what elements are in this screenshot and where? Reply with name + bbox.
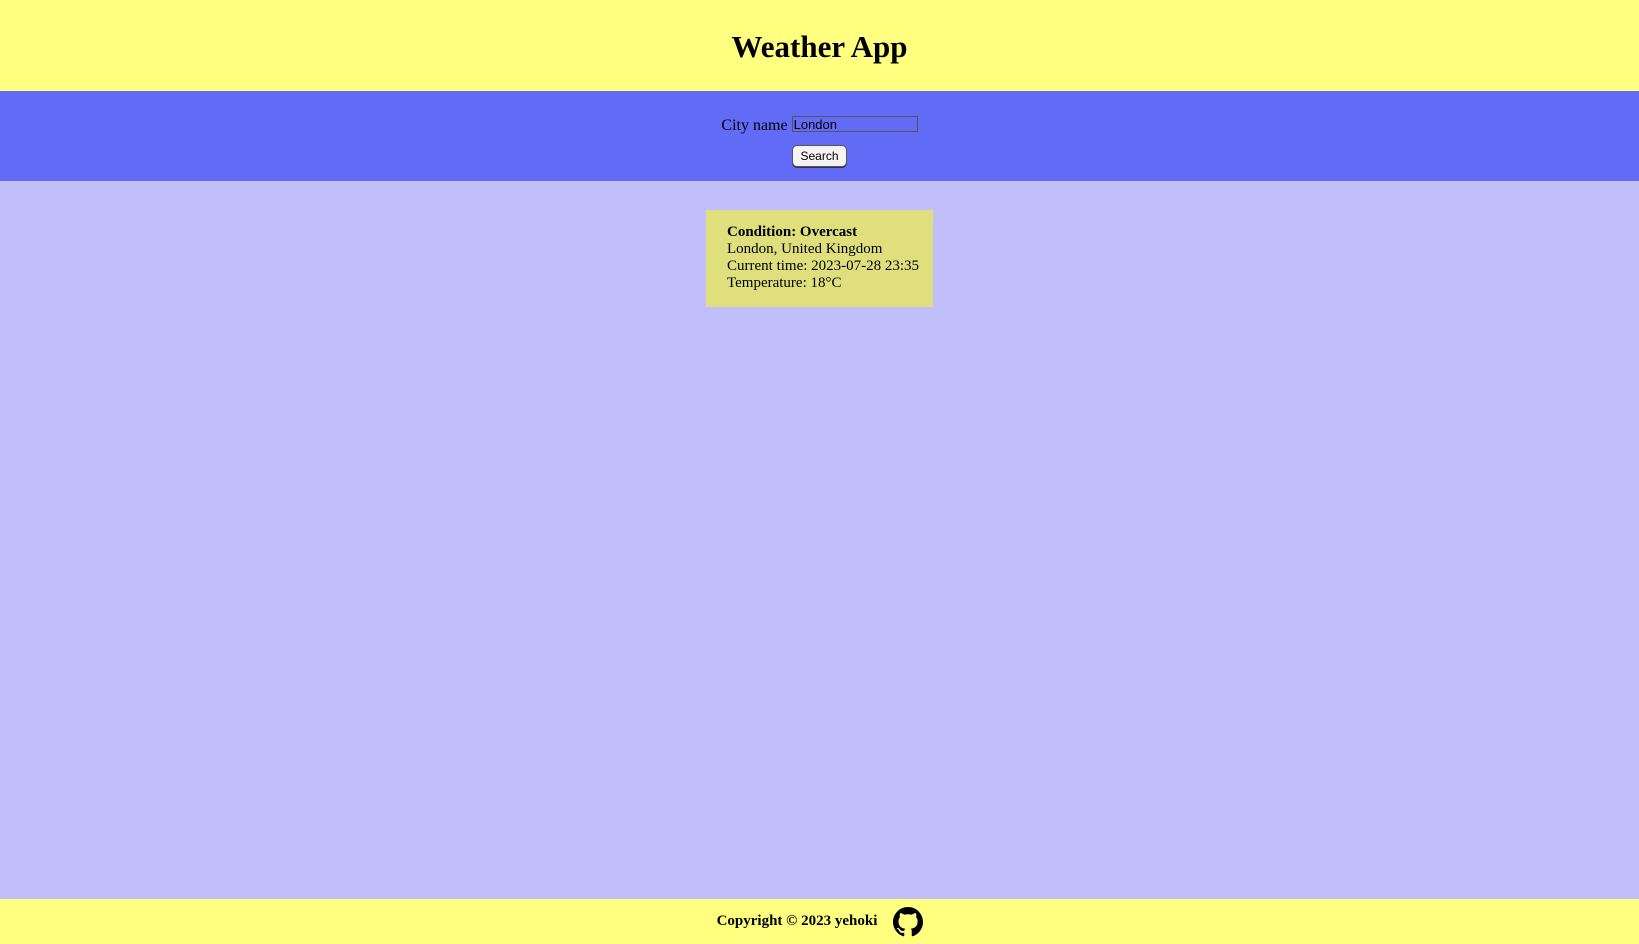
- search-button-row: Search: [0, 145, 1639, 167]
- github-icon: [893, 906, 924, 936]
- github-link[interactable]: [892, 906, 924, 938]
- page: Weather App City name Search Condition: …: [0, 0, 1639, 944]
- search-bar: City name Search: [0, 91, 1639, 181]
- copyright-text: Copyright © 2023 yehoki: [716, 913, 878, 929]
- page-title: Weather App: [731, 28, 908, 64]
- app-footer: Copyright © 2023 yehoki: [0, 899, 1639, 944]
- weather-current-time: Current time: 2023-07-28 23:35: [727, 258, 920, 274]
- weather-temperature: Temperature: 18°C: [727, 275, 842, 291]
- app-header: Weather App: [0, 0, 1639, 91]
- city-name-input[interactable]: [791, 116, 918, 132]
- weather-location: London, United Kingdom: [727, 241, 883, 257]
- weather-card: Condition: Overcast London, United Kingd…: [706, 210, 933, 307]
- search-row: City name: [0, 115, 1639, 134]
- search-button[interactable]: Search: [792, 145, 847, 167]
- city-name-label: City name: [721, 117, 788, 134]
- weather-condition: Condition: Overcast: [727, 224, 858, 240]
